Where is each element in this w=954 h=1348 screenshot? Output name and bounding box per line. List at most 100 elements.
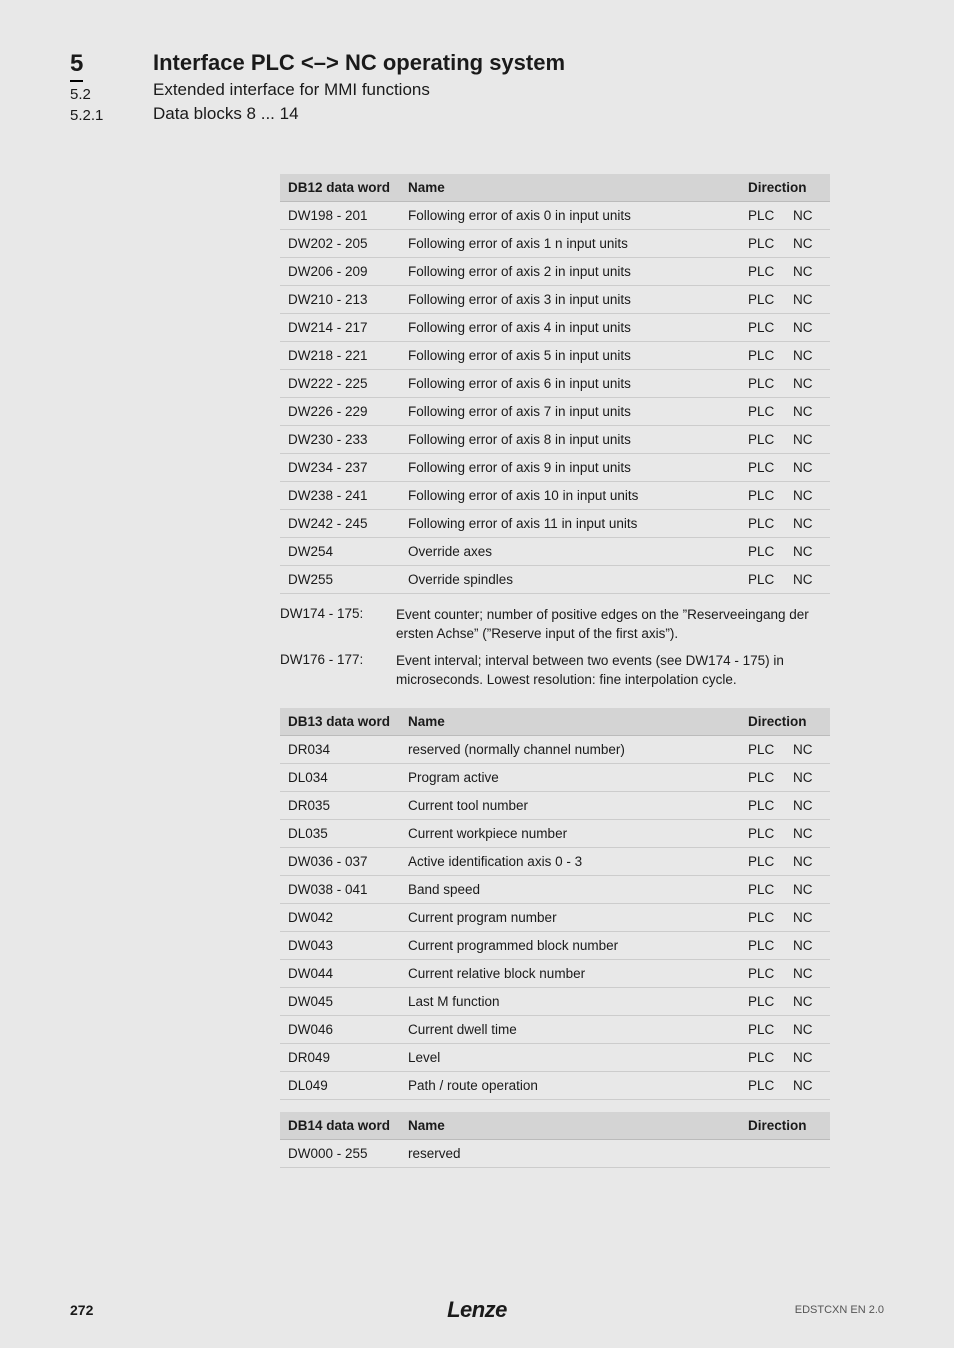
cell-direction-to: NC (785, 202, 830, 230)
table-row: DW222 - 225Following error of axis 6 in … (280, 370, 830, 398)
cell-dataword: DW254 (280, 538, 400, 566)
col-name: Name (400, 174, 740, 202)
cell-direction-to: NC (785, 370, 830, 398)
cell-direction-from: PLC (740, 987, 785, 1015)
header-titles: Interface PLC <–> NC operating system Ex… (153, 50, 565, 124)
db13-table: DB13 data word Name Direction DR034reser… (280, 708, 830, 1100)
cell-dataword: DR035 (280, 791, 400, 819)
table-header-row: DB14 data word Name Direction (280, 1112, 830, 1140)
table-row: DW238 - 241Following error of axis 10 in… (280, 482, 830, 510)
cell-dataword: DR034 (280, 735, 400, 763)
table-row: DW234 - 237Following error of axis 9 in … (280, 454, 830, 482)
cell-name: Following error of axis 7 in input units (400, 398, 740, 426)
cell-direction-to: NC (785, 875, 830, 903)
table-row: DW202 - 205Following error of axis 1 n i… (280, 230, 830, 258)
page-container: 5 5.2 5.2.1 Interface PLC <–> NC operati… (0, 0, 954, 1348)
cell-dataword: DW202 - 205 (280, 230, 400, 258)
table-row: DW214 - 217Following error of axis 4 in … (280, 314, 830, 342)
notes-block: DW174 - 175:Event counter; number of pos… (280, 606, 830, 690)
page-number: 272 (70, 1302, 93, 1318)
cell-name: Following error of axis 11 in input unit… (400, 510, 740, 538)
cell-direction-to: NC (785, 538, 830, 566)
cell-name: Last M function (400, 987, 740, 1015)
cell-direction-from: PLC (740, 286, 785, 314)
cell-direction-from: PLC (740, 875, 785, 903)
table-row: DL034Program activePLCNC (280, 763, 830, 791)
cell-direction-to: NC (785, 1071, 830, 1099)
table-row: DW255Override spindlesPLCNC (280, 566, 830, 594)
note-text: Event interval; interval between two eve… (396, 652, 830, 690)
cell-direction-from: PLC (740, 342, 785, 370)
cell-dataword: DL049 (280, 1071, 400, 1099)
table-row: DW254Override axesPLCNC (280, 538, 830, 566)
cell-direction-to (785, 1139, 830, 1167)
cell-direction-from: PLC (740, 398, 785, 426)
cell-direction-to: NC (785, 510, 830, 538)
note-text: Event counter; number of positive edges … (396, 606, 830, 644)
document-id: EDSTCXN EN 2.0 (795, 1304, 884, 1316)
cell-direction-from: PLC (740, 763, 785, 791)
cell-dataword: DW226 - 229 (280, 398, 400, 426)
cell-direction-from: PLC (740, 258, 785, 286)
cell-dataword: DR049 (280, 1043, 400, 1071)
content-area: DB12 data word Name Direction DW198 - 20… (280, 174, 830, 1168)
cell-dataword: DW000 - 255 (280, 1139, 400, 1167)
table-row: DW046Current dwell timePLCNC (280, 1015, 830, 1043)
table-row: DR049LevelPLCNC (280, 1043, 830, 1071)
cell-name: Current relative block number (400, 959, 740, 987)
cell-dataword: DW046 (280, 1015, 400, 1043)
cell-direction-to: NC (785, 791, 830, 819)
cell-direction-to: NC (785, 735, 830, 763)
note-label: DW176 - 177: (280, 652, 384, 690)
table-header-row: DB12 data word Name Direction (280, 174, 830, 202)
cell-name: Current workpiece number (400, 819, 740, 847)
brand-logo: Lenze (447, 1297, 507, 1323)
cell-direction-from: PLC (740, 482, 785, 510)
cell-direction-from: PLC (740, 791, 785, 819)
cell-name: Program active (400, 763, 740, 791)
cell-name: Level (400, 1043, 740, 1071)
cell-direction-from: PLC (740, 202, 785, 230)
table-row: DR034reserved (normally channel number)P… (280, 735, 830, 763)
cell-direction-from: PLC (740, 931, 785, 959)
cell-direction-from: PLC (740, 1043, 785, 1071)
db14-table: DB14 data word Name Direction DW000 - 25… (280, 1112, 830, 1168)
cell-dataword: DW198 - 201 (280, 202, 400, 230)
table-row: DR035Current tool numberPLCNC (280, 791, 830, 819)
table-row: DW198 - 201Following error of axis 0 in … (280, 202, 830, 230)
cell-name: Following error of axis 4 in input units (400, 314, 740, 342)
table-row: DL049Path / route operationPLCNC (280, 1071, 830, 1099)
db12-table: DB12 data word Name Direction DW198 - 20… (280, 174, 830, 594)
header-numbers: 5 5.2 5.2.1 (70, 50, 125, 124)
cell-dataword: DL035 (280, 819, 400, 847)
table-row: DW000 - 255reserved (280, 1139, 830, 1167)
cell-name: Following error of axis 9 in input units (400, 454, 740, 482)
cell-direction-to: NC (785, 314, 830, 342)
cell-name: Band speed (400, 875, 740, 903)
table-row: DW044Current relative block numberPLCNC (280, 959, 830, 987)
section-title: Extended interface for MMI functions (153, 80, 565, 100)
cell-name: Following error of axis 1 n input units (400, 230, 740, 258)
cell-direction-to: NC (785, 398, 830, 426)
col-dataword: DB13 data word (280, 708, 400, 736)
col-direction: Direction (740, 1112, 830, 1140)
cell-direction-to: NC (785, 1015, 830, 1043)
table-row: DW218 - 221Following error of axis 5 in … (280, 342, 830, 370)
table-row: DW043Current programmed block numberPLCN… (280, 931, 830, 959)
cell-direction-to: NC (785, 1043, 830, 1071)
table-row: DW210 - 213Following error of axis 3 in … (280, 286, 830, 314)
cell-dataword: DW210 - 213 (280, 286, 400, 314)
page-footer: 272 Lenze EDSTCXN EN 2.0 (70, 1302, 884, 1318)
subsection-title: Data blocks 8 ... 14 (153, 104, 565, 124)
cell-direction-to: NC (785, 258, 830, 286)
cell-dataword: DW036 - 037 (280, 847, 400, 875)
cell-dataword: DW043 (280, 931, 400, 959)
cell-dataword: DW206 - 209 (280, 258, 400, 286)
cell-direction-from: PLC (740, 1071, 785, 1099)
cell-direction-to: NC (785, 959, 830, 987)
cell-name: reserved (400, 1139, 740, 1167)
cell-name: Following error of axis 3 in input units (400, 286, 740, 314)
cell-dataword: DW042 (280, 903, 400, 931)
col-dataword: DB12 data word (280, 174, 400, 202)
cell-dataword: DW045 (280, 987, 400, 1015)
